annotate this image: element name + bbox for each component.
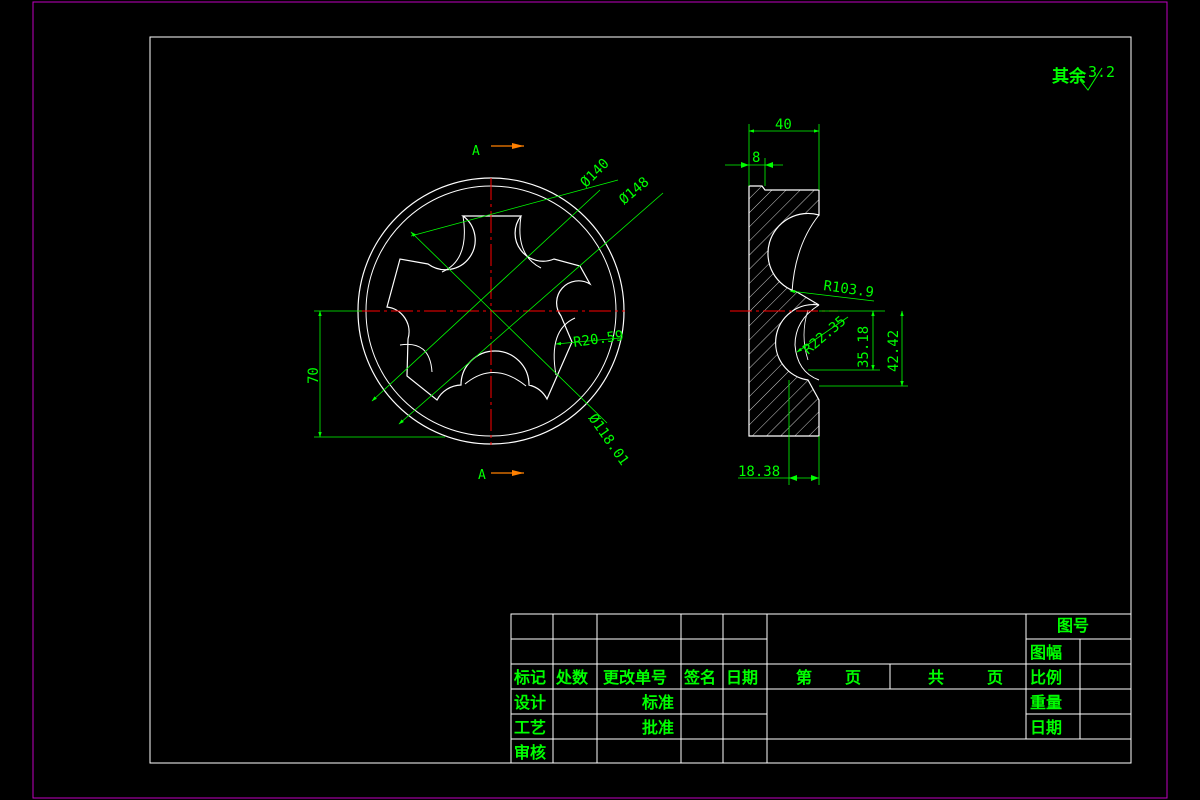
dim-arrow-8-left	[741, 162, 749, 168]
tb-hdr-date: 日期	[726, 668, 758, 687]
pocket-arc-lower-left	[399, 343, 433, 373]
dim-d148: Ø148	[616, 174, 652, 208]
tb-weight: 重量	[1030, 693, 1062, 712]
dim-w8: 8	[752, 150, 760, 166]
cavity-arc-large	[791, 214, 820, 293]
tb-process: 工艺	[514, 718, 546, 737]
tb-standard: 标准	[641, 693, 674, 712]
pocket-arc-bottom	[464, 372, 527, 387]
section-arrow-bottom	[512, 470, 524, 476]
title-block	[510, 613, 1132, 764]
tb-scale: 比例	[1030, 668, 1062, 687]
dim-d35: 35.18	[856, 326, 872, 368]
drawing-canvas: 其余 3.2 A A Ø140 Ø148 R20.59 Ø118.01 70 4…	[32, 1, 1168, 799]
roughness-note: 其余 3.2	[1052, 63, 1115, 91]
tb-hdr-sign: 签名	[683, 668, 716, 687]
front-view: A A Ø140 Ø148 R20.59 Ø118.01 70	[306, 143, 664, 483]
dim-w40: 40	[775, 117, 792, 133]
pocket-arc-lower-right	[553, 317, 576, 376]
tb-hdr-change: 更改单号	[603, 668, 667, 687]
roughness-value: 3.2	[1088, 63, 1115, 81]
tb-hdr-count: 处数	[555, 668, 589, 687]
dim-arrow-8-right	[765, 162, 773, 168]
dim-d42: 42.42	[886, 330, 902, 372]
tb-sheet-no-b: 页	[845, 668, 861, 687]
section-arrow-top	[512, 143, 524, 149]
dim-r22: R22.35	[800, 313, 849, 358]
tb-review: 审核	[514, 743, 546, 762]
tb-drawing-no: 图号	[1057, 616, 1089, 635]
dim-w18: 18.38	[738, 464, 780, 480]
dim-arrow-18-right	[811, 475, 819, 481]
tb-sheet-size: 图幅	[1030, 643, 1062, 662]
dim-r103: R103.9	[822, 278, 874, 301]
section-label-top: A	[472, 144, 480, 159]
side-view: 40 8 R103.9 R22.35 35.18 42.42 18.38	[725, 117, 908, 485]
dim-r20: R20.59	[572, 328, 624, 351]
tb-sheet-total-a: 共	[928, 668, 944, 687]
dim-d140: Ø140	[578, 156, 613, 191]
dim-arrow-18-left	[789, 475, 797, 481]
tb-approve: 批准	[642, 718, 674, 737]
dim-leader-d140-diag	[371, 189, 601, 402]
section-label-bottom: A	[478, 468, 486, 483]
drawing-frame	[149, 36, 1132, 764]
tb-sheet-no-a: 第	[796, 668, 812, 687]
tb-date-right: 日期	[1030, 718, 1062, 737]
dim-d118: Ø118.01	[585, 411, 632, 469]
roughness-prefix: 其余	[1052, 66, 1087, 87]
tb-design: 设计	[514, 693, 546, 712]
tb-hdr-mark: 标记	[513, 668, 546, 687]
tb-sheet-total-b: 页	[987, 668, 1003, 687]
dim-h70: 70	[306, 367, 322, 384]
